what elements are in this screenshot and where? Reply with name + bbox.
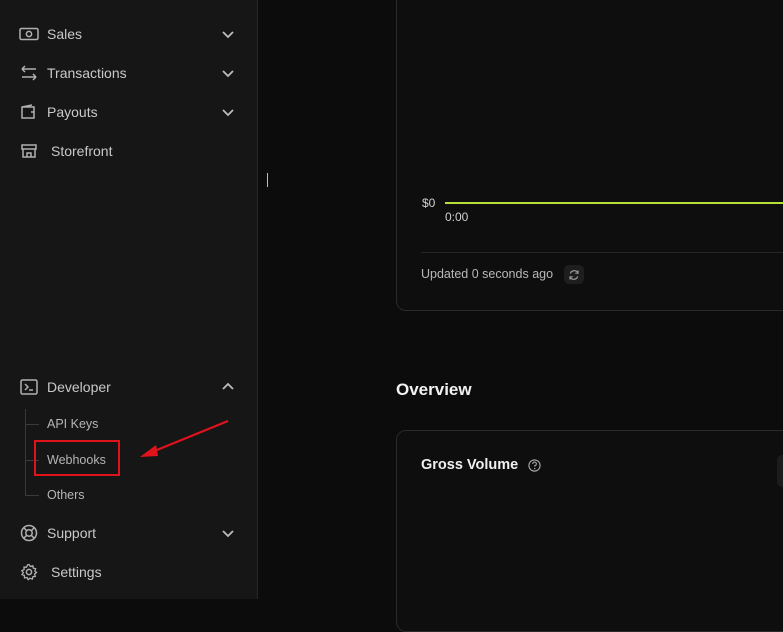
refresh-button[interactable] bbox=[564, 265, 584, 284]
live-chart-card bbox=[396, 0, 783, 311]
sidebar-item-label: Transactions bbox=[47, 65, 127, 81]
tree-line-branch bbox=[25, 424, 39, 425]
sidebar-subitem-api-keys[interactable]: API Keys bbox=[47, 417, 98, 431]
sidebar-item-storefront[interactable]: Storefront bbox=[0, 134, 257, 168]
sidebar-item-label: Settings bbox=[51, 564, 102, 580]
chevron-down-icon bbox=[220, 525, 236, 541]
chevron-up-icon bbox=[220, 379, 236, 395]
chart-y-tick-label: $0 bbox=[422, 196, 436, 210]
chart-x-tick-label: 0:00 bbox=[445, 210, 469, 224]
sidebar-item-support[interactable]: Support bbox=[0, 516, 257, 550]
tree-line-vertical bbox=[25, 409, 26, 496]
money-icon bbox=[19, 24, 39, 44]
chevron-down-icon bbox=[220, 104, 236, 120]
sidebar-item-label: Sales bbox=[47, 26, 83, 42]
transfer-arrows-icon bbox=[19, 63, 39, 83]
card-divider bbox=[421, 252, 783, 253]
sidebar-item-settings[interactable]: Settings bbox=[0, 555, 257, 589]
help-icon[interactable] bbox=[528, 459, 541, 472]
sidebar-item-label: Payouts bbox=[47, 104, 98, 120]
sidebar-item-label: Developer bbox=[47, 379, 111, 395]
text-cursor bbox=[267, 173, 268, 187]
sidebar-subitem-others[interactable]: Others bbox=[47, 488, 85, 502]
chart-line-series bbox=[445, 202, 783, 204]
wallet-icon bbox=[19, 102, 39, 122]
terminal-icon bbox=[19, 377, 39, 397]
chevron-down-icon bbox=[220, 65, 236, 81]
partial-nav-icon[interactable] bbox=[19, 0, 39, 4]
sidebar: Sales Transactions Payouts Storefront De… bbox=[0, 0, 258, 599]
sidebar-item-label: Support bbox=[47, 525, 97, 541]
store-icon bbox=[19, 141, 39, 161]
lifebuoy-icon bbox=[19, 523, 39, 543]
sidebar-item-developer[interactable]: Developer bbox=[0, 370, 257, 404]
gear-icon bbox=[19, 562, 39, 582]
overview-heading: Overview bbox=[396, 380, 472, 399]
refresh-icon bbox=[568, 269, 580, 281]
chevron-down-icon bbox=[220, 26, 236, 42]
annotation-highlight-box bbox=[34, 440, 120, 476]
tree-line-branch bbox=[25, 495, 39, 496]
date-range-button[interactable] bbox=[777, 455, 783, 487]
gross-volume-title: Gross Volume bbox=[421, 457, 519, 473]
sidebar-item-payouts[interactable]: Payouts bbox=[0, 95, 257, 129]
updated-status-text: Updated 0 seconds ago bbox=[421, 267, 554, 281]
sidebar-item-sales[interactable]: Sales bbox=[0, 17, 257, 51]
sidebar-item-transactions[interactable]: Transactions bbox=[0, 56, 257, 90]
sidebar-item-label: Storefront bbox=[51, 143, 113, 159]
